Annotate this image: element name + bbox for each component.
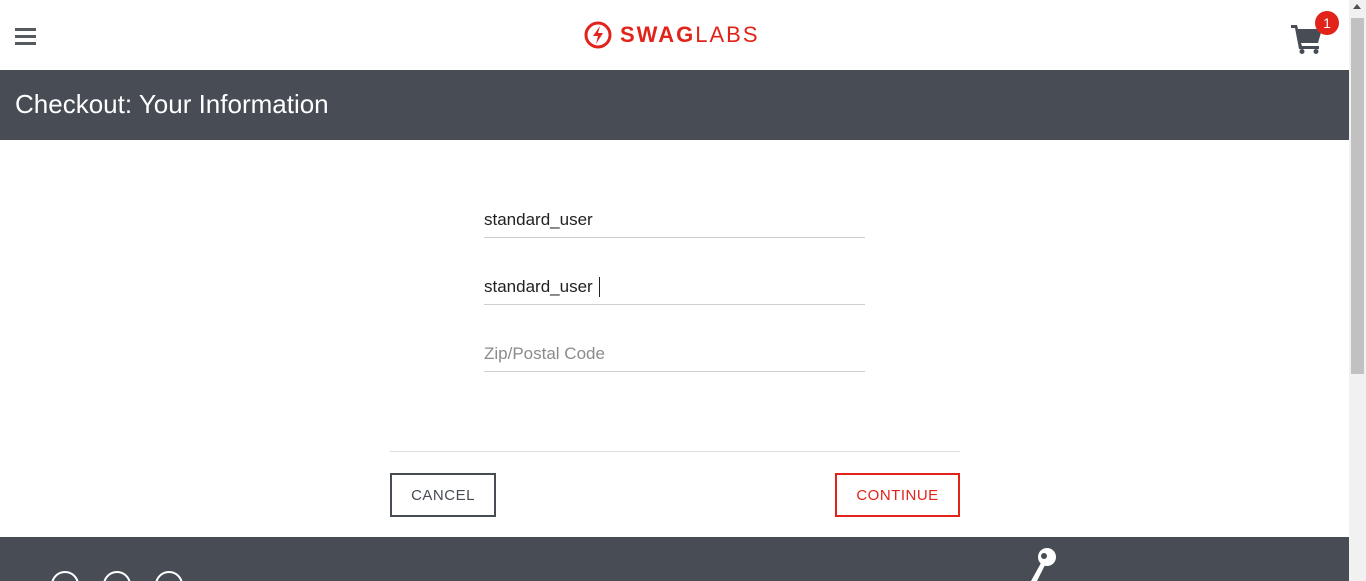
text-cursor [599, 277, 600, 297]
checkout-page: SWAGLABS 1 Checkout: Your Information CA… [0, 0, 1366, 581]
continue-button[interactable]: CONTINUE [835, 473, 960, 517]
secondary-header: Checkout: Your Information [0, 70, 1349, 140]
postal-code-field[interactable] [484, 337, 865, 372]
scrollbar-thumb[interactable] [1351, 18, 1364, 374]
robot-mascot-icon [1031, 548, 1056, 581]
twitter-icon[interactable] [51, 571, 79, 581]
first-name-field[interactable] [484, 203, 865, 238]
swag-labs-bolt-icon [584, 21, 612, 49]
scroll-up-arrow-icon[interactable] [1353, 4, 1361, 9]
page-title: Checkout: Your Information [15, 89, 329, 119]
form-divider [390, 451, 960, 452]
cart-badge: 1 [1315, 11, 1339, 35]
app-header: SWAGLABS 1 [0, 0, 1349, 70]
linkedin-icon[interactable] [155, 571, 183, 581]
logo-text: SWAGLABS [620, 22, 760, 48]
logo-text-bold: SWAG [620, 22, 696, 47]
swag-labs-logo: SWAGLABS [584, 20, 760, 50]
facebook-icon[interactable] [103, 571, 131, 581]
last-name-field[interactable] [484, 270, 865, 305]
logo-text-light: LABS [695, 22, 760, 47]
hamburger-menu-icon[interactable] [15, 28, 36, 46]
cancel-button[interactable]: CANCEL [390, 473, 496, 517]
footer [0, 537, 1349, 581]
